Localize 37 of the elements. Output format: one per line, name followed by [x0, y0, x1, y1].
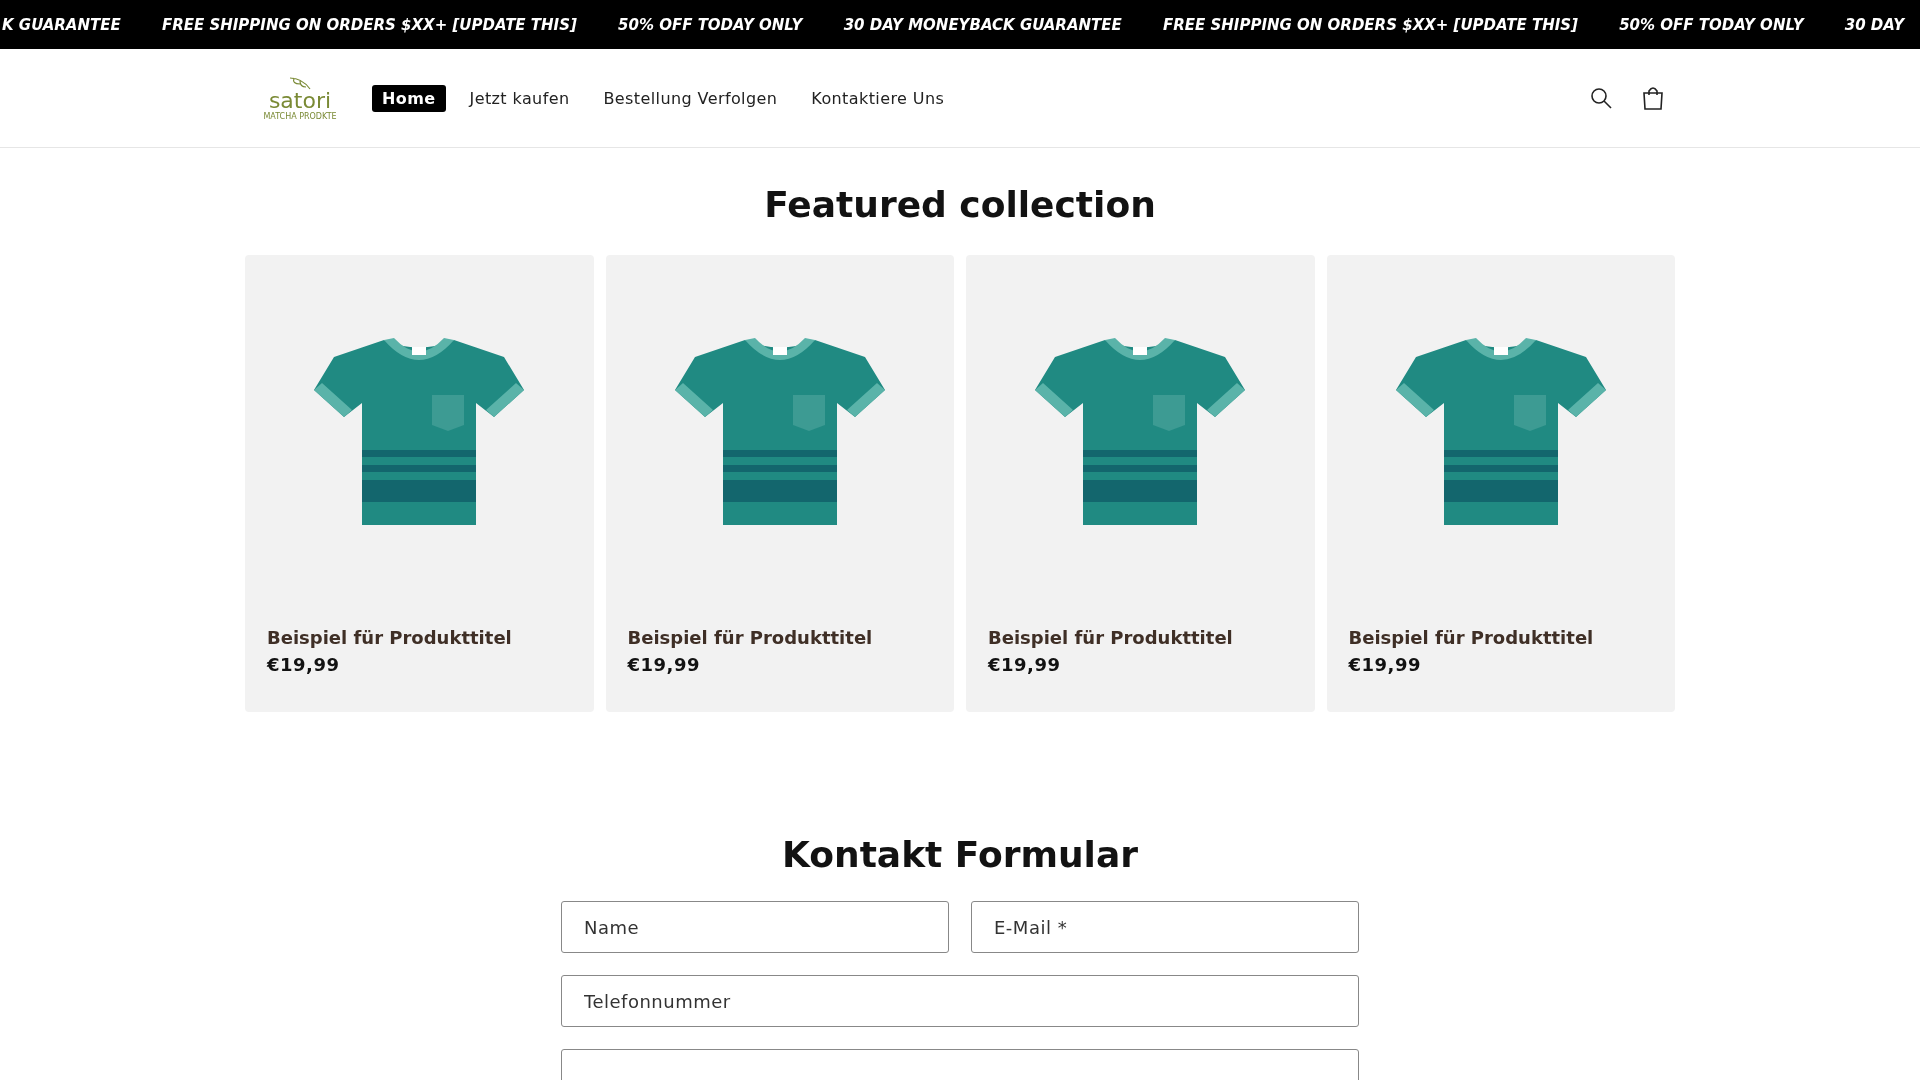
t-shirt-icon	[1395, 335, 1606, 527]
product-title[interactable]: Beispiel für Produkttitel	[988, 627, 1315, 648]
product-price: €19,99	[627, 654, 701, 675]
search-icon	[1590, 87, 1612, 109]
nav-link[interactable]: Home	[372, 84, 446, 112]
input-field[interactable]: Telefonnummer	[561, 975, 1359, 1027]
announcement-text: FREE SHIPPING ON ORDERS $XX+ [UPDATE THIS]	[161, 15, 577, 34]
logo-text[interactable]: satori	[268, 89, 332, 112]
t-shirt-icon	[1035, 335, 1246, 527]
shopping-bag-icon	[1642, 86, 1664, 110]
announcement-text: FREE SHIPPING ON ORDERS $XX+ [UPDATE THIS]	[1163, 15, 1578, 34]
product-title[interactable]: Beispiel für Produkttitel	[1348, 627, 1675, 648]
announcement-text: 50% OFF TODAY ONLY	[1619, 15, 1804, 34]
announcement-text: 30 DAY	[1844, 15, 1904, 34]
section-title: Kontakt Formular	[781, 834, 1139, 875]
product-title[interactable]: Beispiel für Produkttitel	[627, 627, 954, 648]
announcement-text: 50% OFF TODAY ONLY	[618, 15, 803, 34]
input-field[interactable]: E-Mail *	[971, 901, 1359, 953]
product-price: €19,99	[1348, 654, 1422, 675]
logo-tagline: MATCHA PRODKTE	[263, 111, 337, 121]
product-title[interactable]: Beispiel für Produkttitel	[267, 627, 594, 648]
announcement-text: K GUARANTEE	[2, 15, 121, 34]
product-card[interactable]: Beispiel für Produkttitel €19,99	[605, 255, 954, 712]
announcement-text: 30 DAY MONEYBACK GUARANTEE	[843, 15, 1122, 34]
nav-link[interactable]: Kontaktiere Uns	[801, 84, 955, 112]
product-price: €19,99	[988, 654, 1062, 675]
t-shirt-icon	[314, 335, 525, 527]
product-card[interactable]: Beispiel für Produkttitel €19,99	[245, 255, 594, 712]
product-price: €19,99	[267, 654, 341, 675]
section-title: Featured collection	[763, 184, 1157, 225]
t-shirt-icon	[674, 335, 885, 527]
nav-link[interactable]: Bestellung Verfolgen	[593, 84, 788, 112]
product-card[interactable]: Beispiel für Produkttitel €19,99	[1326, 255, 1675, 712]
leaf-icon	[288, 75, 312, 90]
product-card[interactable]: Beispiel für Produkttitel €19,99	[966, 255, 1315, 712]
nav-link[interactable]: Jetzt kaufen	[459, 84, 580, 112]
input-field[interactable]: Name	[561, 901, 949, 953]
